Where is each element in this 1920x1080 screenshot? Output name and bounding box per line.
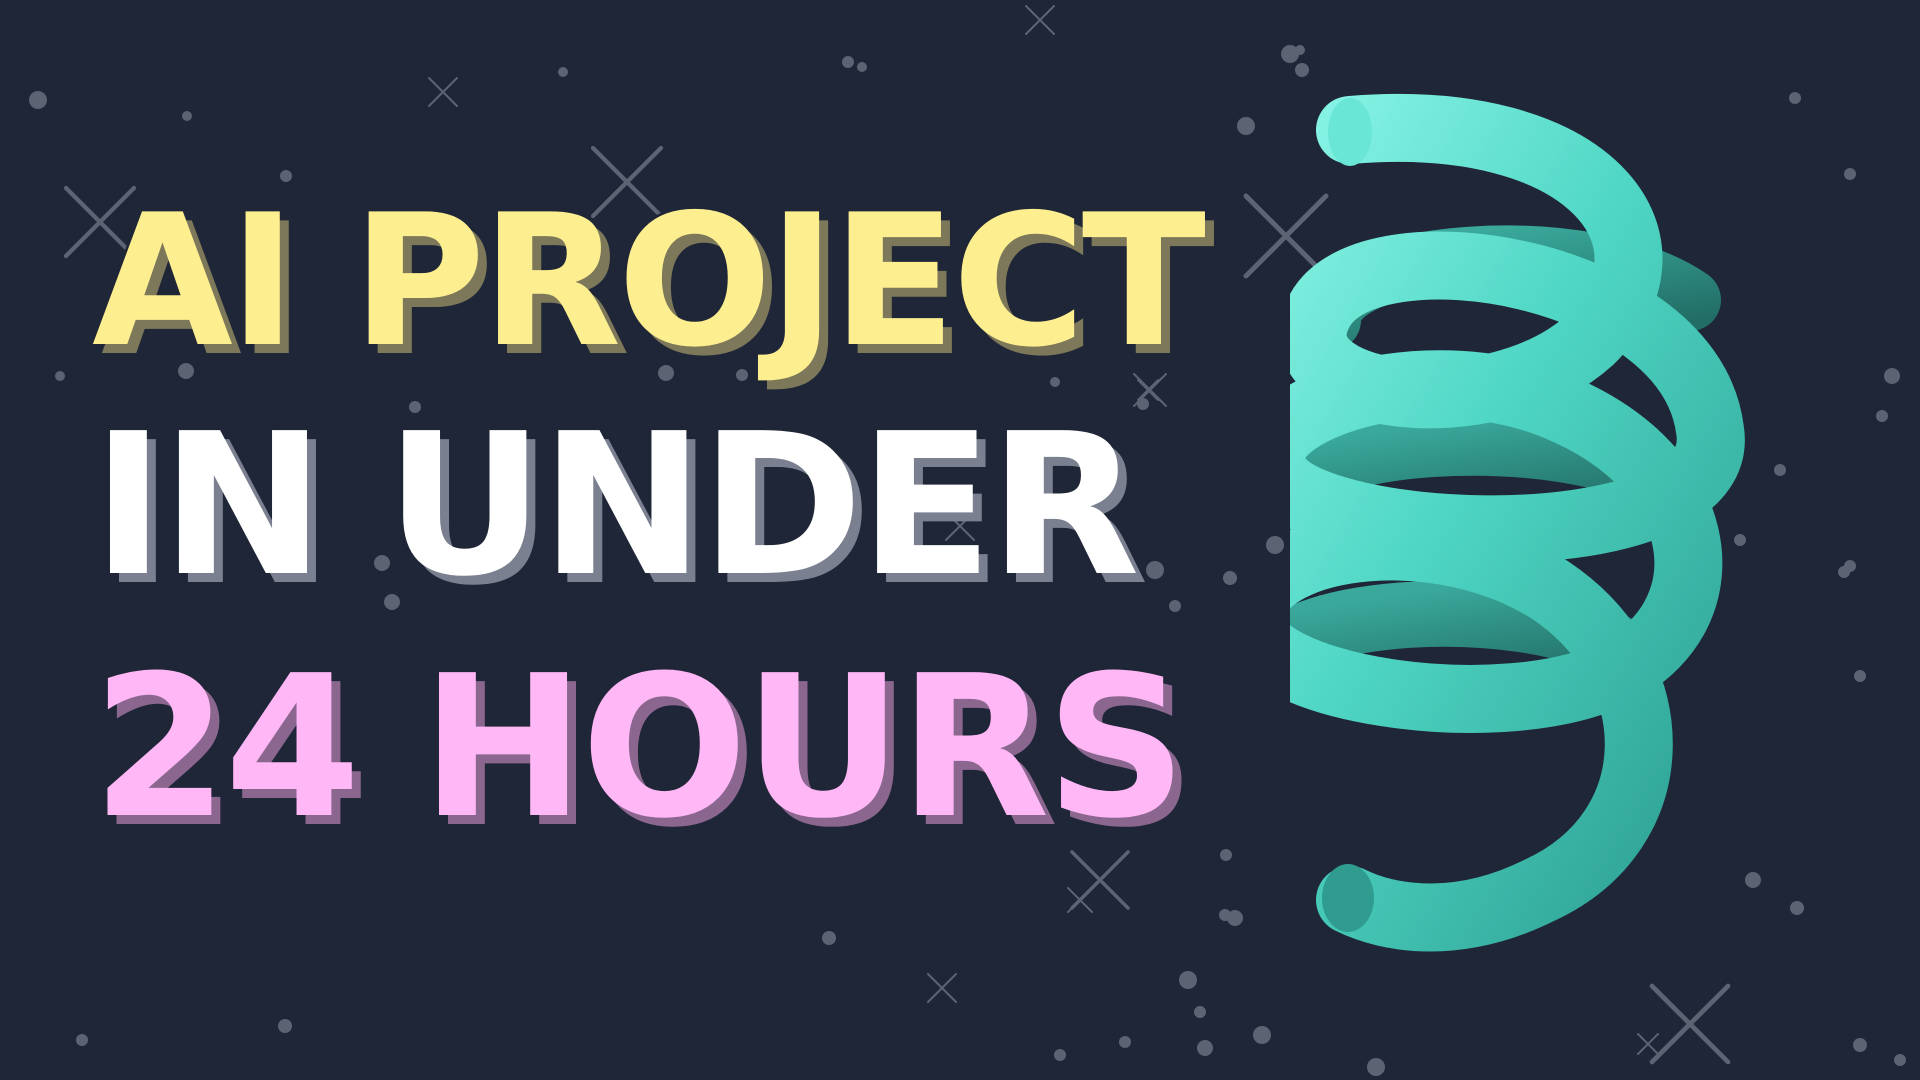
star-dot [558,67,568,77]
sparkle-star [1025,5,1055,35]
star-dot [1367,1058,1385,1076]
thumbnail-canvas: AI PROJECT IN UNDER 24 HOURS [0,0,1920,1080]
star-dot [29,91,47,109]
headline-line-3: 24 HOURS [90,634,1190,862]
coil-end-cap-top [1328,98,1372,166]
star-dot [1197,1040,1213,1056]
star-dot [1876,410,1888,422]
sparkle-star [1637,1033,1659,1055]
spring-coil-illustration [1290,94,1745,952]
star-dot [1295,45,1305,55]
star-dot [1266,536,1284,554]
star-dot [1853,1038,1867,1052]
star-dot [1884,368,1900,384]
star-dot [1194,1006,1206,1018]
star-dot [76,1034,88,1046]
star-dot [1894,1054,1906,1066]
star-dot [1844,168,1856,180]
sparkle-star [1067,887,1093,913]
star-dot [1119,1036,1131,1048]
coil-front [1290,94,1745,952]
star-dot [1146,561,1164,579]
star-dot [842,56,854,68]
star-dot [1253,1026,1271,1044]
star-dot [1179,971,1197,989]
headline-line-2: IN UNDER [90,392,1143,620]
coil-end-cap-bottom [1322,864,1374,932]
star-dot [857,62,867,72]
star-dot [1838,566,1850,578]
star-dot [278,1019,292,1033]
star-dot [822,931,836,945]
headline-line-1: AI PROJECT [90,175,1209,387]
star-dot [1169,600,1181,612]
star-dot [1237,117,1255,135]
star-dot [55,371,65,381]
star-dot [1220,849,1232,861]
sparkle-star [428,77,458,107]
star-dot [1854,670,1866,682]
star-dot [1054,1049,1066,1061]
sparkle-star [927,973,957,1003]
star-dot [182,111,192,121]
star-dot [1227,910,1243,926]
star-dot [1223,571,1237,585]
